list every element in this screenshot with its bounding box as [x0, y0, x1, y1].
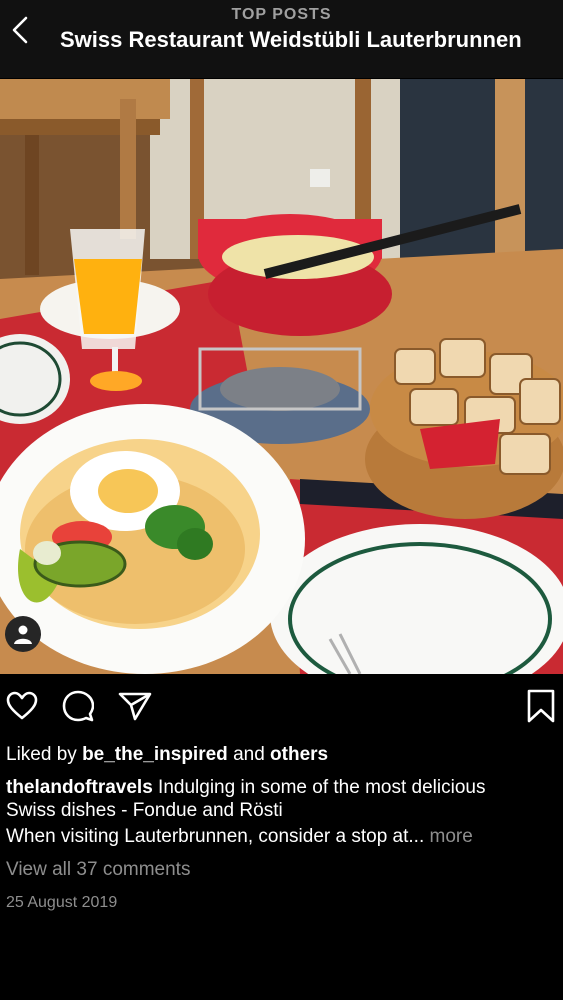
post-image[interactable]	[0, 79, 563, 674]
heart-icon	[6, 691, 38, 720]
liked-others-link[interactable]: others	[270, 744, 328, 765]
header-subtitle: TOP POSTS	[231, 6, 332, 23]
user-icon	[14, 625, 32, 644]
post-date: 25 August 2019	[6, 894, 118, 911]
caption-line-3-wrap: When visiting Lauterbrunnen, consider a …	[6, 825, 557, 848]
liked-prefix: Liked by	[6, 744, 77, 765]
top-bar: TOP POSTS Swiss Restaurant Weidstübli La…	[0, 0, 563, 78]
author-username[interactable]: thelandoftravels	[6, 777, 153, 798]
caption: thelandoftravels Indulging in some of th…	[6, 776, 557, 799]
liked-user-link[interactable]: be_the_inspired	[82, 744, 228, 765]
caption-line-1: Indulging in some of the most delicious	[158, 777, 486, 798]
page-title: Swiss Restaurant Weidstübli Lauterbrunne…	[60, 27, 522, 52]
caption-line-2: Swiss dishes - Fondue and Rösti	[6, 800, 283, 821]
comment-bubble-icon	[62, 690, 94, 722]
more-link[interactable]: more	[430, 826, 473, 847]
liked-and: and	[233, 744, 265, 765]
back-button[interactable]	[6, 10, 34, 50]
bookmark-icon	[527, 689, 555, 723]
comment-button[interactable]	[60, 688, 96, 724]
caption-line-3: When visiting Lauterbrunnen, consider a …	[6, 826, 425, 847]
chevron-left-icon	[12, 16, 28, 44]
like-button[interactable]	[4, 688, 40, 724]
post-actions	[0, 688, 563, 728]
likes-summary: Liked by be_the_inspired and others	[6, 743, 557, 766]
save-button[interactable]	[523, 688, 559, 724]
food-photo	[0, 79, 563, 674]
share-button[interactable]	[117, 688, 153, 724]
avatar[interactable]	[5, 616, 41, 652]
paper-plane-icon	[118, 692, 152, 721]
view-comments-link[interactable]: View all 37 comments	[6, 858, 557, 881]
